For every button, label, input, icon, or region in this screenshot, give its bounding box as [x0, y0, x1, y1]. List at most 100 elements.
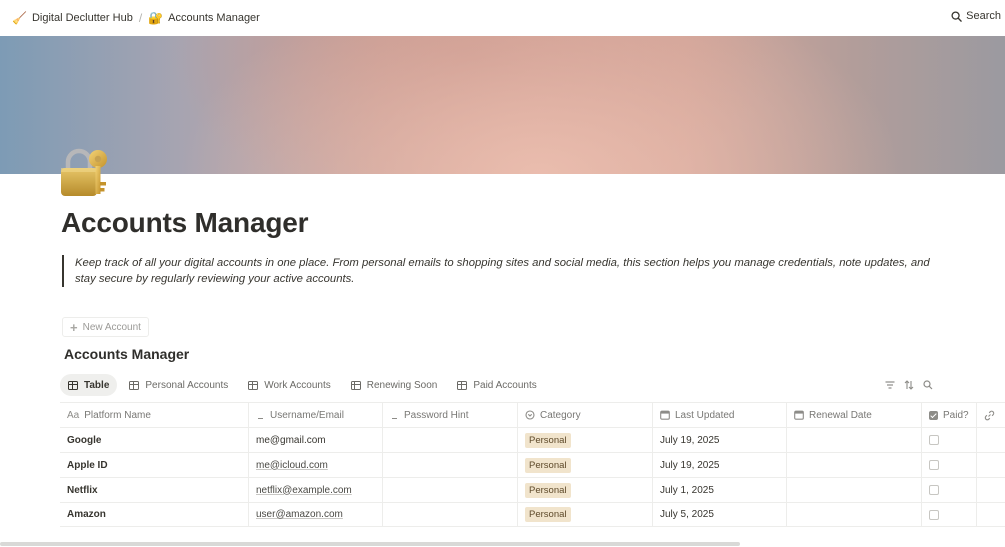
sort-button[interactable]	[903, 378, 914, 392]
category-cell[interactable]: Personal	[518, 503, 653, 526]
view-tab-label: Personal Accounts	[145, 379, 229, 391]
view-tab-table[interactable]: Table	[60, 374, 118, 396]
column-header-label: Platform Name	[84, 409, 151, 421]
column-header-label: Category	[540, 409, 581, 421]
view-tab-paid-accounts[interactable]: Paid Accounts	[449, 374, 544, 396]
column-header-label: Renewal Date	[809, 409, 872, 421]
column-header-label: Last Updated	[675, 409, 735, 421]
calendar-icon	[794, 410, 804, 420]
password-hint-cell[interactable]	[383, 453, 518, 477]
last-updated-cell[interactable]: July 19, 2025	[653, 428, 787, 452]
column-header-link[interactable]	[977, 403, 1005, 427]
breadcrumb-item-accounts[interactable]: 🔐 Accounts Manager	[146, 10, 262, 26]
filter-icon	[885, 381, 894, 389]
accounts-table: Aa Platform Name Username/Email Password…	[60, 402, 1005, 527]
table-header-row: Aa Platform Name Username/Email Password…	[60, 402, 1005, 427]
email-cell[interactable]: me@gmail.com	[249, 428, 383, 452]
last-updated-value: July 5, 2025	[660, 509, 714, 520]
column-header-label: Password Hint	[404, 409, 469, 421]
paid-checkbox[interactable]	[929, 485, 939, 495]
search-icon	[922, 380, 932, 390]
category-badge: Personal	[525, 482, 571, 498]
paid-checkbox[interactable]	[929, 460, 939, 470]
page-cover[interactable]	[0, 36, 1005, 174]
platform-cell[interactable]: Amazon	[60, 503, 249, 526]
paid-cell	[922, 503, 977, 526]
filter-button[interactable]	[884, 378, 895, 392]
category-cell[interactable]: Personal	[518, 453, 653, 477]
category-cell[interactable]: Personal	[518, 428, 653, 452]
link-cell[interactable]	[977, 478, 1005, 502]
checkbox-icon	[929, 410, 938, 420]
renewal-date-cell[interactable]	[787, 428, 922, 452]
link-cell[interactable]	[977, 503, 1005, 526]
column-header-last-updated[interactable]: Last Updated	[653, 403, 787, 427]
column-header-renewal-date[interactable]: Renewal Date	[787, 403, 922, 427]
title-aa-icon: Aa	[67, 409, 80, 421]
password-hint-cell[interactable]	[383, 503, 518, 526]
breadcrumb-separator: /	[138, 11, 143, 25]
new-account-label: New Account	[82, 321, 141, 333]
table-search-button[interactable]	[922, 378, 933, 392]
password-hint-cell[interactable]	[383, 428, 518, 452]
table-icon	[68, 380, 78, 390]
email-link[interactable]: user@amazon.com	[256, 509, 343, 520]
new-account-button[interactable]: + New Account	[62, 317, 149, 337]
email-cell[interactable]: netflix@example.com	[249, 478, 383, 502]
table-row[interactable]: Netflix netflix@example.com Personal Jul…	[60, 477, 1005, 502]
category-badge: Personal	[525, 457, 571, 473]
column-header-platform-name[interactable]: Aa Platform Name	[60, 403, 249, 427]
last-updated-cell[interactable]: July 1, 2025	[653, 478, 787, 502]
paid-checkbox[interactable]	[929, 435, 939, 445]
page-title[interactable]: Accounts Manager	[61, 207, 308, 239]
email-cell[interactable]: me@icloud.com	[249, 453, 383, 477]
search-icon	[951, 10, 962, 22]
view-tab-label: Paid Accounts	[473, 379, 537, 391]
last-updated-value: July 1, 2025	[660, 484, 714, 496]
view-tab-renewing-soon[interactable]: Renewing Soon	[343, 374, 446, 396]
renewal-date-cell[interactable]	[787, 503, 922, 526]
last-updated-cell[interactable]: July 5, 2025	[653, 503, 787, 526]
column-header-username-email[interactable]: Username/Email	[249, 403, 383, 427]
table-row[interactable]: Apple ID me@icloud.com Personal July 19,…	[60, 452, 1005, 477]
page-description-quote[interactable]: Keep track of all your digital accounts …	[62, 255, 942, 287]
view-tab-work-accounts[interactable]: Work Accounts	[240, 374, 339, 396]
link-cell[interactable]	[977, 428, 1005, 452]
column-header-category[interactable]: Category	[518, 403, 653, 427]
breadcrumb-item-hub[interactable]: 🧹 Digital Declutter Hub	[10, 10, 135, 26]
broom-icon: 🧹	[12, 11, 27, 25]
category-cell[interactable]: Personal	[518, 478, 653, 502]
email-value: me@gmail.com	[256, 434, 326, 446]
platform-cell[interactable]: Apple ID	[60, 453, 249, 477]
platform-cell[interactable]: Netflix	[60, 478, 249, 502]
view-tab-personal-accounts[interactable]: Personal Accounts	[121, 374, 236, 396]
renewal-date-cell[interactable]	[787, 478, 922, 502]
table-icon	[457, 380, 468, 390]
platform-cell[interactable]: Google	[60, 428, 249, 452]
email-cell[interactable]: user@amazon.com	[249, 503, 383, 526]
table-row[interactable]: Google me@gmail.com Personal July 19, 20…	[60, 427, 1005, 452]
email-link[interactable]: me@icloud.com	[256, 460, 328, 471]
last-updated-cell[interactable]: July 19, 2025	[653, 453, 787, 477]
lock-with-key-icon[interactable]	[58, 146, 114, 202]
view-toolbar	[884, 378, 933, 392]
plus-icon: +	[70, 319, 78, 335]
database-title[interactable]: Accounts Manager	[64, 346, 189, 362]
view-tab-label: Table	[84, 379, 110, 391]
column-header-password-hint[interactable]: Password Hint	[383, 403, 518, 427]
email-link[interactable]: netflix@example.com	[256, 485, 352, 496]
text-lines-icon	[390, 411, 399, 419]
text-lines-icon	[256, 411, 265, 419]
horizontal-scrollbar[interactable]	[0, 542, 740, 546]
platform-name: Netflix	[67, 484, 98, 496]
column-header-paid[interactable]: Paid?	[922, 403, 977, 427]
paid-checkbox[interactable]	[929, 509, 939, 520]
calendar-icon	[660, 410, 670, 420]
password-hint-cell[interactable]	[383, 478, 518, 502]
last-updated-value: July 19, 2025	[660, 434, 720, 446]
category-badge: Personal	[525, 507, 571, 522]
renewal-date-cell[interactable]	[787, 453, 922, 477]
search-button[interactable]: Search	[951, 10, 1001, 22]
link-cell[interactable]	[977, 453, 1005, 477]
table-row[interactable]: Amazon user@amazon.com Personal July 5, …	[60, 502, 1005, 527]
